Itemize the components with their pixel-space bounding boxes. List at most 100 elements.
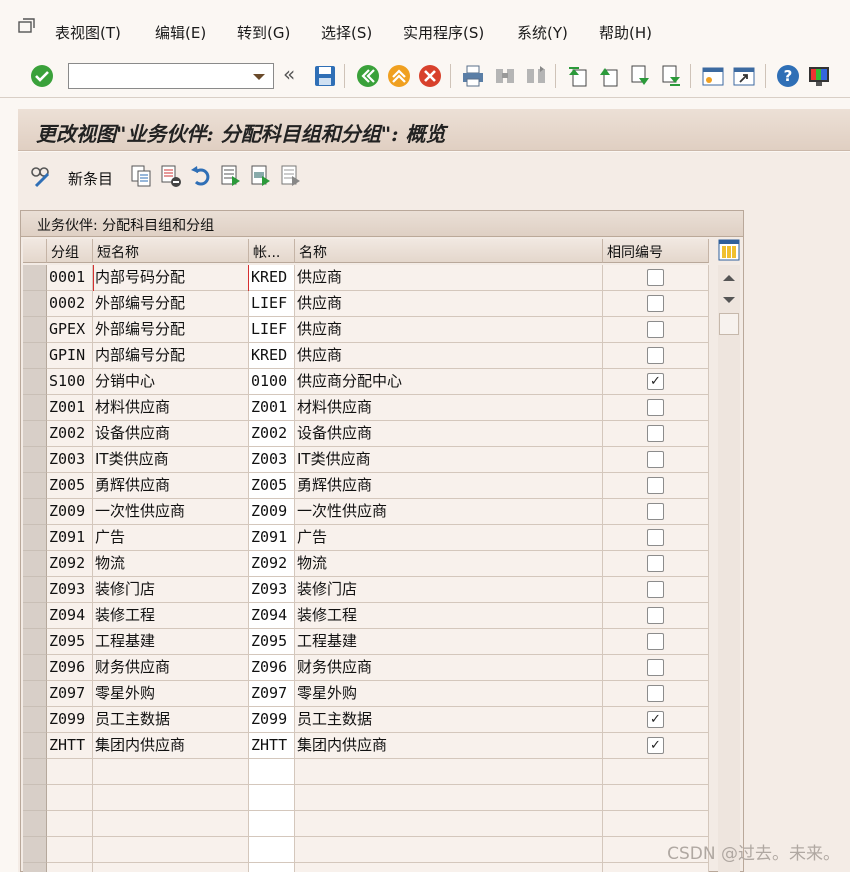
same-number-checkbox[interactable]: ✓ — [647, 711, 664, 728]
menu-utilities[interactable]: 实用程序(S) — [403, 22, 484, 43]
cell-group[interactable]: GPEX — [47, 317, 93, 343]
column-header-short-name[interactable]: 短名称 — [93, 239, 249, 263]
exit-icon[interactable] — [387, 64, 411, 88]
same-number-checkbox[interactable]: ✓ — [647, 373, 664, 390]
cell-name[interactable]: 设备供应商 — [295, 421, 603, 447]
cell-group[interactable]: GPIN — [47, 343, 93, 369]
row-selector[interactable] — [23, 421, 47, 447]
cell-group[interactable]: Z009 — [47, 499, 93, 525]
same-number-checkbox[interactable] — [647, 451, 664, 468]
cell-group[interactable]: 0002 — [47, 291, 93, 317]
column-header-name[interactable]: 名称 — [295, 239, 603, 263]
row-selector[interactable] — [23, 603, 47, 629]
scroll-up-icon[interactable] — [719, 267, 739, 289]
print-icon[interactable] — [461, 64, 485, 88]
cell-group[interactable]: 0001 — [47, 265, 93, 291]
cell-name[interactable] — [295, 785, 603, 811]
new-entries-button[interactable]: 新条目 — [68, 168, 113, 189]
display-change-icon[interactable] — [30, 164, 52, 188]
cell-short-name[interactable]: 内部号码分配 — [93, 265, 249, 291]
copy-icon[interactable] — [130, 164, 152, 188]
same-number-checkbox[interactable] — [647, 659, 664, 676]
cell-short-name[interactable]: 工程基建 — [93, 629, 249, 655]
menu-table-view[interactable]: 表视图(T) — [55, 22, 121, 43]
cell-account-group[interactable]: Z097 — [249, 681, 295, 707]
cell-short-name[interactable] — [93, 785, 249, 811]
row-selector[interactable] — [23, 343, 47, 369]
delete-icon[interactable] — [160, 164, 182, 188]
cell-account-group[interactable]: Z093 — [249, 577, 295, 603]
cell-account-group[interactable]: Z005 — [249, 473, 295, 499]
cell-short-name[interactable]: 外部编号分配 — [93, 317, 249, 343]
menu-system[interactable]: 系统(Y) — [517, 22, 568, 43]
cell-name[interactable]: 集团内供应商 — [295, 733, 603, 759]
cell-short-name[interactable]: 财务供应商 — [93, 655, 249, 681]
row-selector[interactable] — [23, 577, 47, 603]
cell-name[interactable]: 装修门店 — [295, 577, 603, 603]
same-number-checkbox[interactable] — [647, 295, 664, 312]
cell-short-name[interactable]: 广告 — [93, 525, 249, 551]
column-header-group[interactable]: 分组 — [47, 239, 93, 263]
cell-group[interactable] — [47, 811, 93, 837]
cell-short-name[interactable] — [93, 811, 249, 837]
same-number-checkbox[interactable] — [647, 399, 664, 416]
cell-name[interactable]: 一次性供应商 — [295, 499, 603, 525]
cell-group[interactable] — [47, 863, 93, 872]
row-selector[interactable] — [23, 317, 47, 343]
undo-icon[interactable] — [190, 164, 212, 188]
command-dropdown-icon[interactable] — [247, 66, 271, 86]
same-number-checkbox[interactable] — [647, 321, 664, 338]
cell-group[interactable] — [47, 759, 93, 785]
cell-group[interactable]: Z095 — [47, 629, 93, 655]
select-block-icon[interactable] — [250, 164, 272, 188]
customize-layout-icon[interactable] — [807, 64, 831, 88]
cell-short-name[interactable]: 员工主数据 — [93, 707, 249, 733]
cell-short-name[interactable]: 内部编号分配 — [93, 343, 249, 369]
cell-account-group[interactable] — [249, 863, 295, 872]
row-selector[interactable] — [23, 733, 47, 759]
cell-account-group[interactable] — [249, 837, 295, 863]
row-selector[interactable] — [23, 369, 47, 395]
same-number-checkbox[interactable] — [647, 555, 664, 572]
same-number-checkbox[interactable] — [647, 529, 664, 546]
last-page-icon[interactable] — [659, 64, 683, 88]
cell-group[interactable]: ZHTT — [47, 733, 93, 759]
cell-name[interactable]: 供应商 — [295, 291, 603, 317]
collapse-icon[interactable]: « — [283, 62, 307, 86]
same-number-checkbox[interactable] — [647, 633, 664, 650]
cell-group[interactable]: Z097 — [47, 681, 93, 707]
cell-account-group[interactable]: KRED — [249, 343, 295, 369]
row-selector[interactable] — [23, 551, 47, 577]
deselect-all-icon[interactable] — [280, 164, 302, 188]
cell-name[interactable] — [295, 759, 603, 785]
cell-short-name[interactable]: 装修工程 — [93, 603, 249, 629]
cell-group[interactable]: Z099 — [47, 707, 93, 733]
row-selector[interactable] — [23, 837, 47, 863]
row-selector[interactable] — [23, 785, 47, 811]
row-selector[interactable] — [23, 395, 47, 421]
cell-group[interactable]: Z002 — [47, 421, 93, 447]
cell-account-group[interactable]: Z096 — [249, 655, 295, 681]
cell-name[interactable]: 广告 — [295, 525, 603, 551]
cell-short-name[interactable]: 分销中心 — [93, 369, 249, 395]
cell-account-group[interactable]: 0100 — [249, 369, 295, 395]
menu-selection[interactable]: 选择(S) — [321, 22, 372, 43]
save-icon[interactable] — [313, 64, 337, 88]
row-selector[interactable] — [23, 525, 47, 551]
same-number-checkbox[interactable] — [647, 477, 664, 494]
row-selector[interactable] — [23, 811, 47, 837]
cell-name[interactable]: 物流 — [295, 551, 603, 577]
cell-short-name[interactable]: 材料供应商 — [93, 395, 249, 421]
same-number-checkbox[interactable] — [647, 269, 664, 286]
same-number-checkbox[interactable]: ✓ — [647, 737, 664, 754]
cell-short-name[interactable]: 集团内供应商 — [93, 733, 249, 759]
scroll-down-icon[interactable] — [719, 289, 739, 311]
cell-short-name[interactable]: 一次性供应商 — [93, 499, 249, 525]
cell-group[interactable]: Z001 — [47, 395, 93, 421]
cell-short-name[interactable] — [93, 759, 249, 785]
cell-account-group[interactable]: Z001 — [249, 395, 295, 421]
cell-account-group[interactable]: Z002 — [249, 421, 295, 447]
create-session-icon[interactable] — [701, 64, 725, 88]
cell-name[interactable]: 勇辉供应商 — [295, 473, 603, 499]
cell-account-group[interactable]: Z099 — [249, 707, 295, 733]
